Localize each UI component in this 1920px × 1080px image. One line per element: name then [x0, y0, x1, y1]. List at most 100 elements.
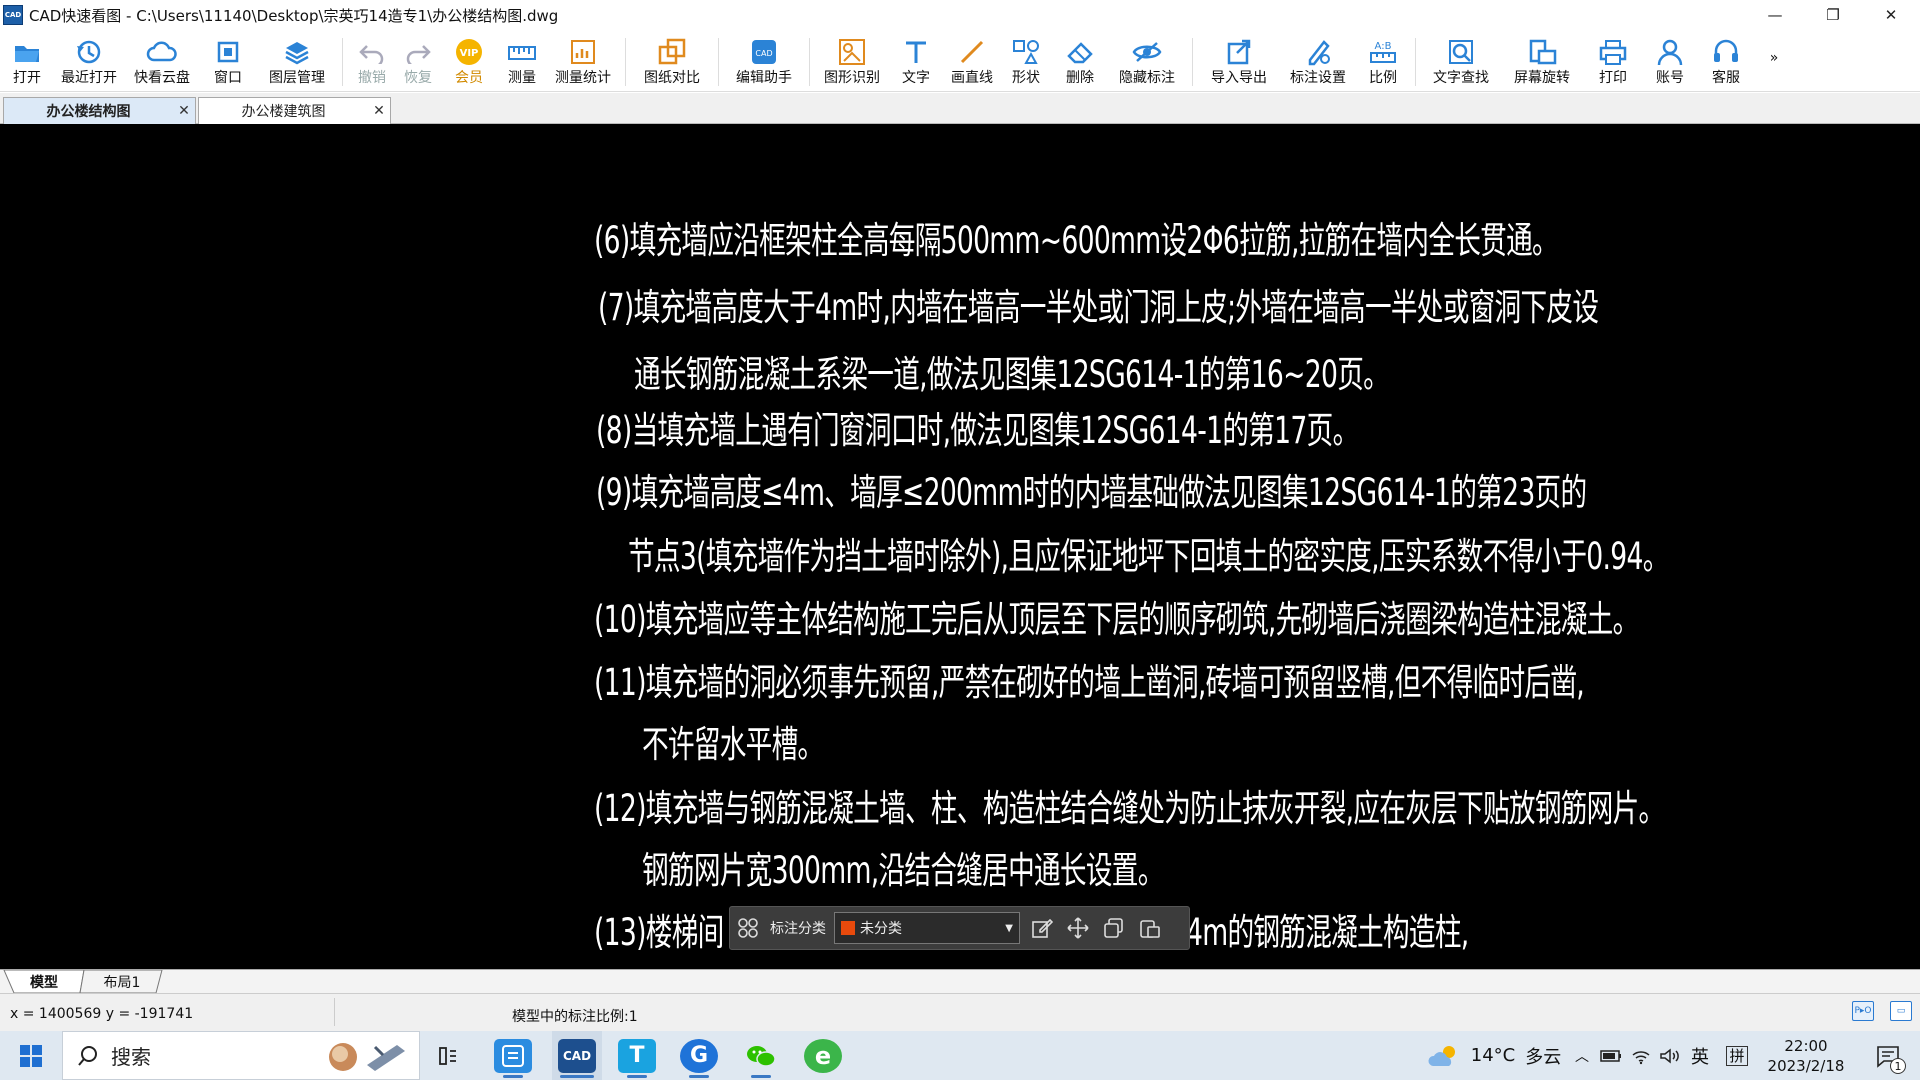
text-search-button[interactable]: 文字查找 — [1422, 30, 1500, 92]
import-export-icon — [1225, 36, 1253, 68]
toolbar-separator — [718, 38, 719, 86]
tray-chevron-up-icon[interactable]: ︿ — [1572, 1031, 1592, 1080]
weather-temperature: 14°C — [1470, 1045, 1516, 1066]
windows-taskbar: 搜索 CAD T G e 14°C 多云 ︿ 英 拼 22:00 2023/2/… — [0, 1031, 1920, 1080]
minimize-button[interactable]: — — [1746, 0, 1804, 30]
cloud-drive-button[interactable]: 快看云盘 — [126, 30, 198, 92]
tab-architecture-drawing[interactable]: 办公楼建筑图 ✕ — [198, 97, 391, 124]
copy-icon[interactable] — [1096, 906, 1132, 950]
ime-language-indicator[interactable]: 英 — [1686, 1031, 1714, 1080]
running-indicator — [627, 1075, 647, 1078]
system-clock[interactable]: 22:00 2023/2/18 — [1756, 1031, 1856, 1080]
hide-annotation-button[interactable]: 隐藏标注 — [1108, 30, 1186, 92]
recent-open-button[interactable]: 最近打开 — [52, 30, 126, 92]
t-app-icon: T — [618, 1038, 656, 1073]
model-space-toggle-icon[interactable]: P▸O — [1852, 1001, 1874, 1021]
windows-start-icon[interactable] — [10, 1031, 52, 1080]
open-button[interactable]: 打开 — [2, 30, 52, 92]
layer-manager-button[interactable]: 图层管理 — [258, 30, 336, 92]
status-bar: x = 1400569 y = -191741 模型中的标注比例:1 P▸O ▭ — [0, 993, 1920, 1031]
line-icon — [958, 36, 986, 68]
drawing-text-line: (11)填充墙的洞必须事先预留,严禁在砌好的墙上凿洞,砖墙可预留竖槽,但不得临时… — [594, 661, 1585, 704]
search-icon — [78, 1045, 97, 1066]
drawing-text-line: (8)当填充墙上遇有门窗洞口时,做法见图集12SG614-1的第17页。 — [596, 409, 1359, 452]
grid-menu-icon[interactable] — [730, 906, 766, 950]
measure-stats-button[interactable]: 测量统计 — [547, 30, 619, 92]
rotate-screen-button[interactable]: 屏幕旋转 — [1500, 30, 1584, 92]
shape-recognition-button[interactable]: 图形识别 — [816, 30, 888, 92]
scale-button[interactable]: A:B 比例 — [1357, 30, 1409, 92]
search-highlight-illustration — [329, 1043, 405, 1071]
delete-button[interactable]: 删除 — [1052, 30, 1108, 92]
edit-annotation-icon[interactable] — [1024, 906, 1060, 950]
annotation-settings-button[interactable]: 标注设置 — [1279, 30, 1357, 92]
taskbar-app-wechat[interactable] — [738, 1031, 784, 1080]
measure-stats-icon — [569, 36, 597, 68]
measure-button[interactable]: 测量 — [497, 30, 547, 92]
customer-service-button[interactable]: 客服 — [1698, 30, 1754, 92]
maximize-button[interactable]: ❐ — [1804, 0, 1862, 30]
running-indicator — [689, 1075, 709, 1078]
document-tabs: 办公楼结构图 ✕ 办公楼建筑图 ✕ — [0, 93, 1920, 124]
battery-icon[interactable] — [1598, 1031, 1624, 1080]
window-icon — [215, 36, 241, 68]
shapes-button[interactable]: 形状 — [1000, 30, 1052, 92]
annotation-scale-text: 模型中的标注比例:1 — [512, 1009, 638, 1025]
notification-center-icon[interactable]: 1 — [1866, 1031, 1910, 1080]
task-view-icon[interactable] — [428, 1031, 468, 1080]
redo-button[interactable]: 恢复 — [395, 30, 441, 92]
close-tab-icon[interactable]: ✕ — [368, 103, 390, 119]
cad-app-icon: CAD — [558, 1038, 596, 1073]
tab-structure-drawing[interactable]: 办公楼结构图 ✕ — [3, 97, 196, 124]
drawing-text-line: (10)填充墙应等主体结构施工完后从顶层至下层的顺序砌筑,先砌墙后浇圈梁构造柱混… — [594, 598, 1639, 641]
draw-line-button[interactable]: 画直线 — [944, 30, 1000, 92]
import-export-button[interactable]: 导入导出 — [1199, 30, 1279, 92]
shape-recognition-icon — [837, 36, 867, 68]
close-button[interactable]: ✕ — [1862, 0, 1920, 30]
drawing-canvas[interactable]: (6)填充墙应沿框架柱全高每隔500mm~600mm设2Φ6拉筋,拉筋在墙内全长… — [0, 124, 1920, 969]
tab-model[interactable]: 模型 — [14, 970, 74, 993]
layers-icon — [283, 36, 311, 68]
taskbar-app-edge[interactable]: e — [800, 1031, 846, 1080]
compare-icon — [657, 36, 687, 68]
drawing-compare-button[interactable]: 图纸对比 — [632, 30, 712, 92]
window-button[interactable]: 窗口 — [198, 30, 258, 92]
tab-layout1[interactable]: 布局1 — [92, 970, 152, 993]
close-tab-icon[interactable]: ✕ — [173, 103, 195, 119]
taskbar-app-doc[interactable] — [490, 1031, 536, 1080]
text-button[interactable]: 文字 — [888, 30, 944, 92]
user-icon — [1656, 36, 1684, 68]
drawing-text-line: 不许留水平槽。 — [642, 723, 824, 766]
ime-mode-indicator[interactable]: 拼 — [1722, 1031, 1752, 1080]
taskbar-search-box[interactable]: 搜索 — [62, 1031, 420, 1080]
undo-button[interactable]: 撤销 — [349, 30, 395, 92]
taskbar-app-t[interactable]: T — [614, 1031, 660, 1080]
drawing-text-line: 节点3(填充墙作为挡土墙时除外),且应保证地坪下回填土的密实度,压实系数不得小于… — [628, 535, 1669, 578]
redo-icon — [404, 36, 432, 68]
annotation-category-select[interactable]: 未分类 ▼ — [834, 912, 1020, 944]
edit-assistant-button[interactable]: CAD 编辑助手 — [725, 30, 803, 92]
drawing-text-line: 4m的钢筋混凝土构造柱, — [1186, 911, 1469, 954]
hide-annotation-icon — [1131, 36, 1163, 68]
fullscreen-icon[interactable]: ▭ — [1890, 1001, 1912, 1021]
vip-button[interactable]: VIP 会员 — [441, 30, 497, 92]
text-icon — [902, 36, 930, 68]
chevron-down-icon: ▼ — [1005, 922, 1013, 934]
toolbar-overflow-button[interactable]: » — [1754, 30, 1794, 92]
weather-widget[interactable]: 14°C 多云 — [1466, 1031, 1566, 1080]
wifi-icon[interactable] — [1628, 1031, 1654, 1080]
print-button[interactable]: 打印 — [1584, 30, 1642, 92]
notification-count-badge: 1 — [1890, 1058, 1906, 1074]
account-button[interactable]: 账号 — [1642, 30, 1698, 92]
wechat-icon — [742, 1039, 780, 1073]
layout-tabs-bar: 模型 布局1 — [0, 969, 1920, 994]
paste-icon[interactable] — [1132, 906, 1168, 950]
undo-icon — [358, 36, 386, 68]
taskbar-app-cad[interactable]: CAD — [552, 1031, 602, 1080]
weather-cloud-icon[interactable] — [1424, 1031, 1464, 1080]
taskbar-app-g[interactable]: G — [676, 1031, 722, 1080]
volume-icon[interactable] — [1656, 1031, 1684, 1080]
move-icon[interactable] — [1060, 906, 1096, 950]
drawing-text-line: 钢筋网片宽300mm,沿结合缝居中通长设置。 — [642, 849, 1164, 892]
cloud-icon — [146, 36, 178, 68]
